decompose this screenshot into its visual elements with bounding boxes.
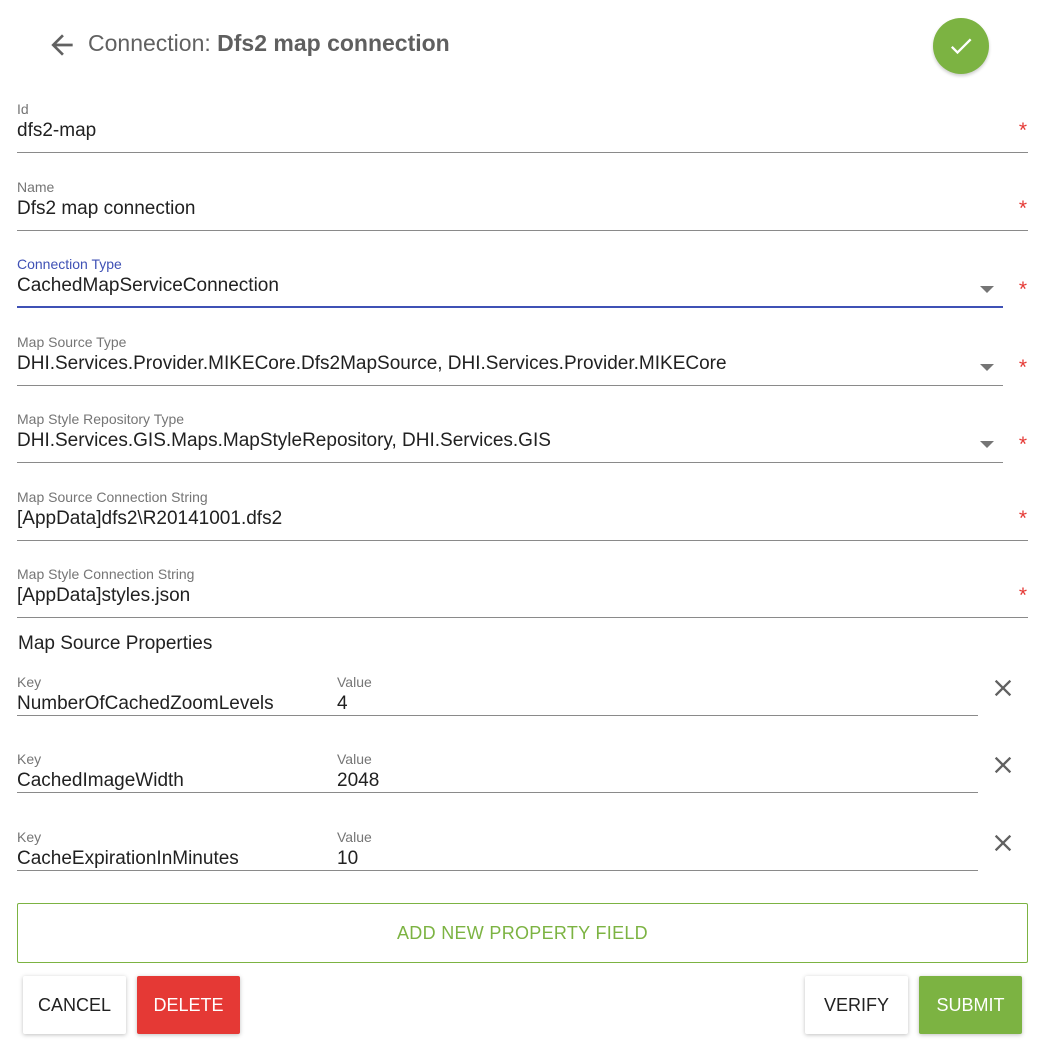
key-label: Key <box>17 751 42 767</box>
connection-type-label: Connection Type <box>17 256 122 272</box>
value-input[interactable]: 2048 <box>337 770 379 792</box>
map-style-repository-type-value[interactable]: DHI.Services.GIS.Maps.MapStyleRepository… <box>17 430 551 452</box>
cancel-button[interactable]: CANCEL <box>23 976 126 1034</box>
field-underline <box>17 385 1003 386</box>
map-source-connection-string-field[interactable]: Map Source Connection String [AppData]df… <box>17 489 1028 549</box>
field-underline <box>17 230 1028 231</box>
value-label: Value <box>337 674 372 690</box>
value-label: Value <box>337 829 372 845</box>
delete-button[interactable]: DELETE <box>137 976 240 1034</box>
name-input[interactable]: Dfs2 map connection <box>17 198 196 220</box>
property-row: Key NumberOfCachedZoomLevels Value 4 <box>17 674 1028 734</box>
remove-property-button[interactable] <box>989 674 1017 702</box>
value-label: Value <box>337 751 372 767</box>
map-style-connection-string-input[interactable]: [AppData]styles.json <box>17 585 190 607</box>
add-property-button[interactable]: ADD NEW PROPERTY FIELD <box>17 903 1028 963</box>
field-underline <box>17 792 978 793</box>
property-row: Key CacheExpirationInMinutes Value 10 <box>17 829 1028 889</box>
id-input[interactable]: dfs2-map <box>17 120 96 142</box>
name-field[interactable]: Name Dfs2 map connection * <box>17 179 1028 239</box>
map-style-connection-string-label: Map Style Connection String <box>17 566 195 582</box>
map-style-connection-string-field[interactable]: Map Style Connection String [AppData]sty… <box>17 566 1028 626</box>
map-source-connection-string-input[interactable]: [AppData]dfs2\R20141001.dfs2 <box>17 508 282 530</box>
required-marker: * <box>1018 278 1027 301</box>
id-label: Id <box>17 101 29 117</box>
dropdown-arrow-icon[interactable] <box>980 441 994 448</box>
connection-type-select[interactable]: Connection Type CachedMapServiceConnecti… <box>17 256 1028 316</box>
required-marker: * <box>1018 507 1027 530</box>
close-icon <box>994 834 1012 852</box>
dropdown-arrow-icon[interactable] <box>980 286 994 293</box>
field-underline <box>17 462 1003 463</box>
connection-type-value[interactable]: CachedMapServiceConnection <box>17 275 279 297</box>
dropdown-arrow-icon[interactable] <box>980 364 994 371</box>
map-style-repository-type-label: Map Style Repository Type <box>17 411 185 427</box>
id-field[interactable]: Id dfs2-map * <box>17 101 1028 161</box>
key-input[interactable]: CacheExpirationInMinutes <box>17 848 239 870</box>
required-marker: * <box>1018 197 1027 220</box>
value-input[interactable]: 4 <box>337 693 348 715</box>
map-source-properties-heading: Map Source Properties <box>18 633 213 654</box>
page-title: Connection: Dfs2 map connection <box>88 30 450 57</box>
required-marker: * <box>1018 119 1027 142</box>
key-input[interactable]: NumberOfCachedZoomLevels <box>17 693 274 715</box>
field-underline <box>17 306 1003 308</box>
map-source-type-select[interactable]: Map Source Type DHI.Services.Provider.MI… <box>17 334 1028 394</box>
page-title-prefix: Connection: <box>88 30 218 56</box>
map-source-type-label: Map Source Type <box>17 334 127 350</box>
required-marker: * <box>1018 356 1027 379</box>
submit-button[interactable]: SUBMIT <box>919 976 1022 1034</box>
back-button[interactable] <box>46 29 78 61</box>
page-title-name: Dfs2 map connection <box>217 30 450 56</box>
name-label: Name <box>17 179 55 195</box>
map-style-repository-type-select[interactable]: Map Style Repository Type DHI.Services.G… <box>17 411 1028 471</box>
field-underline <box>17 870 978 871</box>
field-underline <box>17 617 1028 618</box>
key-label: Key <box>17 829 42 845</box>
required-marker: * <box>1018 584 1027 607</box>
key-label: Key <box>17 674 42 690</box>
map-source-type-value[interactable]: DHI.Services.Provider.MIKECore.Dfs2MapSo… <box>17 353 727 375</box>
arrow-left-icon <box>51 34 73 56</box>
field-underline <box>17 540 1028 541</box>
key-input[interactable]: CachedImageWidth <box>17 770 184 792</box>
field-underline <box>17 715 978 716</box>
value-input[interactable]: 10 <box>337 848 358 870</box>
close-icon <box>994 756 1012 774</box>
close-icon <box>994 679 1012 697</box>
confirm-button[interactable] <box>933 18 989 74</box>
check-icon <box>950 38 972 55</box>
required-marker: * <box>1018 433 1027 456</box>
property-row: Key CachedImageWidth Value 2048 <box>17 751 1028 811</box>
remove-property-button[interactable] <box>989 829 1017 857</box>
verify-button[interactable]: VERIFY <box>805 976 908 1034</box>
map-source-connection-string-label: Map Source Connection String <box>17 489 208 505</box>
remove-property-button[interactable] <box>989 751 1017 779</box>
field-underline <box>17 152 1028 153</box>
